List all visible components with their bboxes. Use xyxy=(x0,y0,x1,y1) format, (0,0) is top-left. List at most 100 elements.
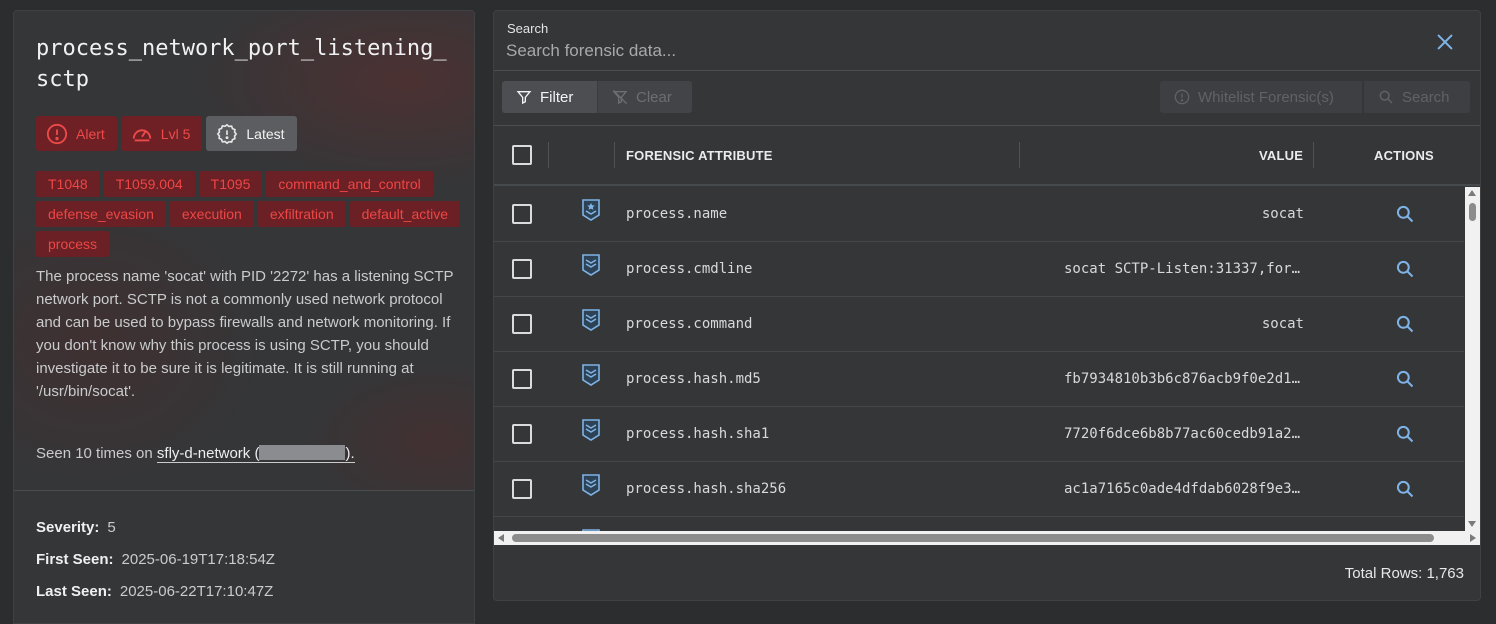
alert-circle-icon xyxy=(46,123,68,144)
forensic-attribute: process.cmdline xyxy=(626,261,753,277)
severity-row: Severity: 5 xyxy=(36,519,116,536)
table-row[interactable]: process.hash.sha256 ac1a7165c0ade4dfdab6… xyxy=(494,462,1464,517)
host-link-label: sfly-d-network ( xyxy=(156,445,260,462)
forensic-value: fb7934810b3b6c876acb9f0e2d1c4a77 xyxy=(1064,371,1304,387)
table-row[interactable]: process.hash.sha1 7720f6dce6b8b77ac60ced… xyxy=(494,407,1464,462)
scroll-down-arrow[interactable] xyxy=(1468,521,1476,527)
scrollbar-thumb[interactable] xyxy=(512,534,1434,542)
search-icon[interactable] xyxy=(1395,369,1415,389)
tag-chip[interactable]: command_and_control xyxy=(266,171,433,197)
vertical-scrollbar[interactable] xyxy=(1465,187,1480,531)
forensic-value: 7720f6dce6b8b77ac60cedb91a2f4e3c5d8b1a20 xyxy=(1064,426,1304,442)
chevron-badge-icon xyxy=(582,474,600,496)
table-row[interactable]: process.command socat xyxy=(494,297,1464,352)
row-checkbox[interactable] xyxy=(512,479,532,499)
scroll-right-arrow[interactable] xyxy=(1470,534,1476,542)
section-divider xyxy=(14,490,474,491)
search-label: Search xyxy=(507,21,549,36)
column-separator xyxy=(548,142,549,168)
forensic-attribute: process.hash.sha256 xyxy=(626,481,787,497)
forensic-value: socat xyxy=(1261,316,1304,332)
tag-chip[interactable]: exfiltration xyxy=(257,201,346,227)
scrollbar-thumb[interactable] xyxy=(1469,203,1476,221)
chevron-badge-icon xyxy=(582,254,600,276)
close-icon[interactable] xyxy=(1434,31,1456,53)
forensic-attribute: process.hash.md5 xyxy=(626,371,761,387)
alert-circle-icon xyxy=(1174,89,1190,105)
search-area: Search xyxy=(494,11,1480,71)
host-link-suffix: ). xyxy=(345,445,355,462)
row-checkbox[interactable] xyxy=(512,369,532,389)
forensic-attribute: process.command xyxy=(626,316,753,332)
severity-value: 5 xyxy=(107,519,116,536)
forensic-value: ac1a7165c0ade4dfdab6028f9e31b2c7d4e5f607… xyxy=(1064,481,1304,497)
chevron-badge-star-icon xyxy=(582,199,600,221)
search-icon[interactable] xyxy=(1395,204,1415,224)
header-forensic-attribute[interactable]: FORENSIC ATTRIBUTE xyxy=(626,148,773,163)
horizontal-scrollbar[interactable] xyxy=(494,531,1480,545)
severity-label: Severity: xyxy=(36,519,100,536)
search-icon xyxy=(1379,90,1393,104)
search-icon[interactable] xyxy=(1395,314,1415,334)
select-all-checkbox[interactable] xyxy=(512,145,532,165)
alert-title: process_network_port_listening_sctp xyxy=(36,36,447,92)
column-resize-handle[interactable] xyxy=(1019,142,1020,168)
level-badge-label: Lvl 5 xyxy=(160,125,191,142)
seen-prefix: Seen 10 times on xyxy=(36,445,153,462)
forensics-panel: Search Filter Clear Whitelist Forensic(s… xyxy=(493,10,1481,601)
header-value[interactable]: VALUE xyxy=(1259,148,1303,163)
filter-button[interactable]: Filter xyxy=(502,81,597,113)
scroll-left-arrow[interactable] xyxy=(498,534,504,542)
badge-row: Alert Lvl 5 Latest xyxy=(36,116,297,151)
level-badge[interactable]: Lvl 5 xyxy=(120,116,203,151)
first-seen-value: 2025-06-19T17:18:54Z xyxy=(121,551,275,568)
latest-badge[interactable]: Latest xyxy=(206,116,297,151)
tag-chip[interactable]: process xyxy=(36,231,110,257)
badge-gear-icon xyxy=(217,123,238,144)
row-checkbox[interactable] xyxy=(512,204,532,224)
tag-chip[interactable]: default_active xyxy=(349,201,461,227)
whitelist-button[interactable]: Whitelist Forensic(s) xyxy=(1160,81,1362,113)
alert-description: The process name 'socat' with PID '2272'… xyxy=(36,268,454,400)
tag-chip[interactable]: T1059.004 xyxy=(103,171,195,197)
search-icon[interactable] xyxy=(1395,259,1415,279)
tag-chip[interactable]: T1048 xyxy=(36,171,100,197)
chevron-badge-icon xyxy=(582,309,600,331)
search-input[interactable] xyxy=(506,39,1406,63)
tag-chip[interactable]: T1095 xyxy=(198,171,263,197)
filter-icon xyxy=(516,91,532,105)
search-icon[interactable] xyxy=(1395,479,1415,499)
table-row[interactable]: process.hash.md5 fb7934810b3b6c876acb9f0… xyxy=(494,352,1464,407)
search-button[interactable]: Search xyxy=(1364,81,1470,113)
forensic-attribute: process.name xyxy=(626,206,728,222)
last-seen-label: Last Seen: xyxy=(36,583,112,600)
forensic-value: socat SCTP-Listen:31337,fork EXEC:/bin/s… xyxy=(1064,261,1304,277)
tag-chip[interactable]: execution xyxy=(169,201,254,227)
first-seen-label: First Seen: xyxy=(36,551,114,568)
clear-button[interactable]: Clear xyxy=(597,81,692,113)
table-row-partial[interactable] xyxy=(494,517,1464,531)
chevron-badge-icon xyxy=(582,419,600,441)
redacted-ip xyxy=(259,445,346,460)
alert-detail-panel: process_network_port_listening_sctp Aler… xyxy=(13,10,475,624)
last-seen-value: 2025-06-22T17:10:47Z xyxy=(119,583,274,600)
row-checkbox[interactable] xyxy=(512,314,532,334)
column-resize-handle[interactable] xyxy=(1313,142,1314,168)
table-row[interactable]: process.name socat xyxy=(494,187,1464,242)
row-checkbox[interactable] xyxy=(512,424,532,444)
column-separator xyxy=(614,142,615,168)
first-seen-row: First Seen: 2025-06-19T17:18:54Z xyxy=(36,551,275,568)
host-link[interactable]: sfly-d-network (). xyxy=(156,445,355,463)
search-icon[interactable] xyxy=(1395,424,1415,444)
row-checkbox[interactable] xyxy=(512,259,532,279)
total-rows: Total Rows: 1,763 xyxy=(1344,565,1464,582)
forensic-attribute: process.hash.sha1 xyxy=(626,426,770,442)
table-row[interactable]: process.cmdline socat SCTP-Listen:31337,… xyxy=(494,242,1464,297)
scroll-up-arrow[interactable] xyxy=(1468,190,1476,196)
latest-badge-label: Latest xyxy=(246,125,285,142)
last-seen-row: Last Seen: 2025-06-22T17:10:47Z xyxy=(36,583,273,600)
gauge-icon xyxy=(132,129,151,141)
clear-button-label: Clear xyxy=(636,88,672,106)
tag-chip[interactable]: defense_evasion xyxy=(36,201,166,227)
alert-badge[interactable]: Alert xyxy=(36,116,117,151)
